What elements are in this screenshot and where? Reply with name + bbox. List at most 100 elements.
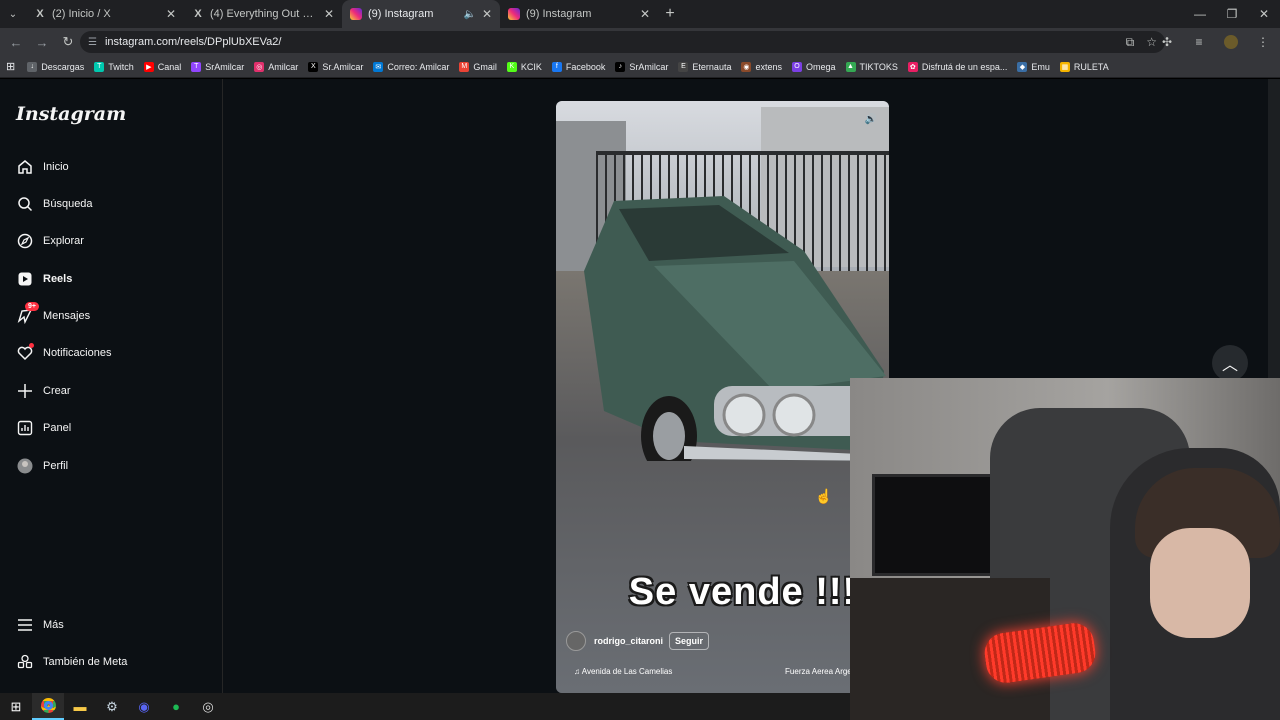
bookmark-label: RULETA: [1073, 61, 1109, 72]
bookmark-item[interactable]: K KCIK: [506, 61, 542, 72]
bookmark-icon: X: [308, 61, 319, 72]
nav-item-heart[interactable]: Notificaciones: [16, 343, 111, 362]
bookmark-icon: ✿: [907, 61, 918, 72]
bookmark-item[interactable]: ◆ Emu: [1017, 61, 1050, 72]
nav-item-search[interactable]: Búsqueda: [16, 195, 93, 213]
chrome-icon[interactable]: [32, 693, 64, 720]
bookmark-item[interactable]: T SrAmilcar: [191, 61, 244, 72]
windows-start-icon[interactable]: ⊞: [0, 693, 32, 720]
reel-audio[interactable]: ♫ Avenida de Las Camelias: [574, 667, 672, 676]
bookmark-icon: ▶: [143, 61, 154, 72]
bookmark-item[interactable]: ▦ RULETA: [1059, 61, 1109, 72]
tab-instagram-active[interactable]: (9) Instagram 🔈 ✕: [342, 0, 500, 28]
reel-video[interactable]: 🔊 Se vende !!! rodrigo_citaroni Seguir ♫…: [556, 101, 889, 693]
address-bar[interactable]: ☰ instagram.com/reels/DPplUbXEVa2/ ⧉ ☆: [80, 31, 1165, 53]
tab-search-button[interactable]: ⌄: [0, 0, 26, 28]
reels-icon: [16, 270, 34, 288]
bookmark-item[interactable]: E Eternauta: [678, 61, 732, 72]
tab-instagram[interactable]: (9) Instagram ✕: [500, 0, 658, 28]
close-icon[interactable]: ✕: [482, 7, 492, 21]
tab-title: (9) Instagram: [368, 8, 434, 20]
nav-item-menu[interactable]: Más: [16, 616, 64, 634]
speaker-icon[interactable]: 🔈: [463, 9, 475, 20]
bookmark-item[interactable]: ◉ extens: [741, 61, 782, 72]
bookmark-item[interactable]: ✉ Correo: Amilcar: [373, 61, 449, 72]
bookmark-item[interactable]: ▶ Canal: [143, 61, 182, 72]
sidebar: Instagram Inicio Búsqueda Explorar Reels 9+ M…: [0, 79, 223, 693]
media-control-icon[interactable]: ≡: [1188, 31, 1210, 53]
bookmark-item[interactable]: O Omega: [791, 61, 836, 72]
bookmark-icon: M: [459, 61, 470, 72]
back-icon[interactable]: ←: [4, 30, 28, 54]
bookmark-item[interactable]: ↓ Descargas: [27, 61, 84, 72]
nav-item-messenger[interactable]: 9+ Mensajes: [16, 302, 90, 325]
bookmark-item[interactable]: ◎ Amilcar: [254, 61, 298, 72]
nav-item-reels[interactable]: Reels: [16, 270, 72, 288]
avatar-icon: [16, 457, 34, 475]
new-tab-button[interactable]: +: [658, 0, 682, 28]
bookmark-item[interactable]: ▲ TIKTOKS: [845, 61, 898, 72]
bookmark-label: Canal: [157, 61, 182, 72]
url-text: instagram.com/reels/DPplUbXEVa2/: [104, 36, 282, 48]
install-app-icon[interactable]: ⧉: [1126, 35, 1135, 50]
bookmark-item[interactable]: X Sr.Amilcar: [308, 61, 364, 72]
nav-item-chart[interactable]: Panel: [16, 419, 71, 437]
steam-icon[interactable]: ⚙: [96, 693, 128, 720]
nav-item-avatar[interactable]: Perfil: [16, 457, 68, 475]
nav-item-plus[interactable]: Crear: [16, 382, 71, 400]
instagram-logo[interactable]: Instagram: [16, 103, 126, 125]
chart-icon: [16, 419, 34, 437]
tab-inicio-x[interactable]: X (2) Inicio / X ✕: [26, 0, 184, 28]
nav-item-home[interactable]: Inicio: [16, 158, 69, 176]
close-icon[interactable]: ✕: [166, 7, 176, 21]
bookmark-label: Sr.Amilcar: [322, 61, 364, 72]
heart-icon: [16, 343, 34, 362]
nav-label: Perfil: [43, 460, 69, 472]
site-info-icon[interactable]: ☰: [88, 37, 97, 48]
author-avatar[interactable]: [566, 631, 586, 651]
bookmark-label: Eternauta: [692, 61, 732, 72]
restore-icon[interactable]: ❐: [1216, 0, 1248, 28]
close-icon[interactable]: ✕: [324, 7, 334, 21]
follow-button[interactable]: Seguir: [669, 632, 710, 650]
bookmark-item[interactable]: ✿ Disfrutá de un espa...: [907, 61, 1007, 72]
bookmark-label: Emu: [1031, 61, 1050, 72]
spotify-icon[interactable]: ●: [160, 693, 192, 720]
reel-caption: Se vende !!!: [628, 571, 857, 613]
obs-icon[interactable]: ◎: [192, 693, 224, 720]
apps-icon[interactable]: ⊞: [6, 60, 15, 73]
bookmark-item[interactable]: f Facebook: [551, 61, 606, 72]
reload-icon[interactable]: ↻: [56, 30, 80, 54]
volume-icon[interactable]: 🔊: [863, 111, 879, 127]
instagram-icon: [350, 8, 362, 20]
author-username[interactable]: rodrigo_citaroni: [594, 636, 663, 646]
tab-title: (2) Inicio / X: [52, 8, 111, 20]
x-icon: X: [194, 8, 202, 20]
forward-icon[interactable]: →: [30, 30, 54, 54]
bookmark-item[interactable]: M Gmail: [459, 61, 497, 72]
minimize-icon[interactable]: —: [1184, 0, 1216, 28]
bookmark-label: Facebook: [565, 61, 606, 72]
more-menu-icon[interactable]: ⋮: [1252, 31, 1274, 53]
profile-avatar[interactable]: [1220, 31, 1242, 53]
bookmark-icon: T: [191, 61, 202, 72]
notification-dot: [29, 343, 34, 348]
meta-icon: [16, 653, 34, 671]
close-window-icon[interactable]: ✕: [1248, 0, 1280, 28]
file-explorer-icon[interactable]: ▬: [64, 693, 96, 720]
close-icon[interactable]: ✕: [640, 7, 650, 21]
discord-icon[interactable]: ◉: [128, 693, 160, 720]
bookmark-item[interactable]: T Twitch: [94, 61, 134, 72]
nav-item-meta[interactable]: También de Meta: [16, 653, 127, 671]
bookmark-icon: ◎: [254, 61, 265, 72]
bookmarks-bar: ⊞ ↓ Descargas T Twitch ▶ Canal T SrAmilcar ◎ Amil…: [0, 56, 1280, 78]
nav-item-compass[interactable]: Explorar: [16, 232, 84, 250]
tab-everything-out-of-context[interactable]: X (4) Everything Out Of Context ✕: [184, 0, 342, 28]
nav-label: Inicio: [43, 161, 69, 173]
tab-title: (4) Everything Out Of Context: [210, 8, 318, 20]
bookmark-item[interactable]: ♪ SrAmilcar: [615, 61, 668, 72]
audio-title: Avenida de Las Camelias: [581, 667, 673, 676]
previous-reel-button[interactable]: ︿: [1212, 345, 1248, 381]
extensions-icon[interactable]: ✣: [1156, 31, 1178, 53]
bookmark-icon: K: [506, 61, 517, 72]
